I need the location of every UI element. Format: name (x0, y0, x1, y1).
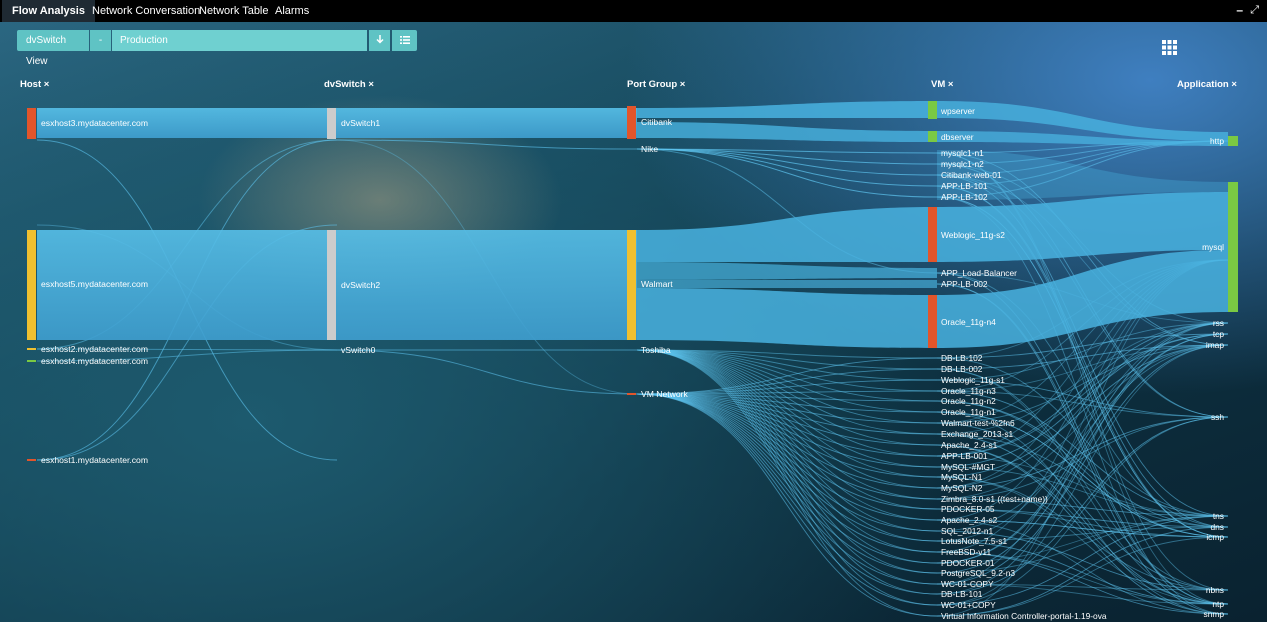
dvswitch-label-vswitch0: vSwitch0 (341, 345, 376, 355)
flow-ribbon (637, 122, 937, 142)
portgroup-label-vm-network: VM Network (641, 389, 688, 399)
dvswitch-node (327, 230, 336, 340)
application-label-tns: tns (1213, 511, 1224, 521)
flow-ribbon (637, 288, 937, 348)
flow-ribbon (937, 192, 1228, 262)
flow-ribbon (637, 101, 937, 118)
vm-label-dbserver: dbserver (941, 132, 974, 142)
host-node (27, 360, 36, 362)
vm-label-postgresql-9-2-n3: PostgreSQL_9.2-n3 (941, 568, 1015, 578)
vm-node (928, 131, 937, 142)
flow-ribbon (637, 207, 937, 262)
flow-ribbon (337, 230, 637, 340)
vm-label-pdocker-01: PDOCKER-01 (941, 558, 995, 568)
vm-label-mysqlc1-n2: mysqlc1-n2 (941, 159, 984, 169)
vm-label-freebsd-v11: FreeBSD-v11 (941, 547, 991, 557)
host-label-esxhost1-mydatacenter-com: esxhost1.mydatacenter.com (41, 455, 148, 465)
application-label-nbns: nbns (1206, 585, 1224, 595)
vm-label-walmart-test-2fn6: Walmart-test-%2fn6 (941, 418, 1015, 428)
flow-link (336, 139, 638, 150)
application-label-rss: rss (1213, 318, 1224, 328)
vm-label-mysql-mgt: MySQL-#MGT (941, 462, 995, 472)
flow-link (636, 393, 938, 553)
vm-label-wpserver: wpserver (940, 106, 975, 116)
flow-link (636, 349, 938, 574)
vm-label-weblogic-11g-s1: Weblogic_11g-s1 (941, 375, 1005, 385)
vm-label-wc-01-copy: WC-01+COPY (941, 600, 996, 610)
vm-label-app-lb-101: APP-LB-101 (941, 181, 988, 191)
host-label-esxhost4-mydatacenter-com: esxhost4.mydatacenter.com (41, 356, 148, 366)
vm-label-pdocker-05: PDOCKER-05 (941, 504, 995, 514)
application-label-ntp: ntp (1212, 599, 1224, 609)
vm-label-mysqlc1-n1: mysqlc1-n1 (941, 148, 984, 158)
host-node (27, 108, 36, 139)
flow-ribbon (937, 250, 1228, 348)
vm-label-app-lb-102: APP-LB-102 (941, 192, 988, 202)
vm-label-db-lb-101: DB-LB-101 (941, 589, 983, 599)
dvswitch-label-dvswitch1: dvSwitch1 (341, 118, 380, 128)
vm-label-mysql-n2: MySQL-N2 (941, 483, 983, 493)
vm-label-oracle-11g-n2: Oracle_11g-n2 (941, 396, 996, 406)
application-label-imap: imap (1206, 340, 1224, 350)
vm-label-zimbra-8-0-s1-test-name: Zimbra_8.0-s1 ((test+name)) (941, 494, 1048, 504)
application-node (1228, 182, 1238, 312)
vm-label-mysql-n1: MySQL-N1 (941, 472, 983, 482)
vm-label-oracle-11g-n1: Oracle_11g-n1 (941, 407, 996, 417)
application-label-tcp: tcp (1213, 329, 1225, 339)
portgroup-node (627, 106, 636, 139)
vm-label-wc-01-copy: WC-01-COPY (941, 579, 994, 589)
vm-label-citibank-web-01: Citibank-web-01 (941, 170, 1002, 180)
host-node (27, 230, 36, 340)
vm-label-weblogic-11g-s2: Weblogic_11g-s2 (941, 230, 1005, 240)
vm-label-sql-2012-n1: SQL_2012-n1 (941, 526, 993, 536)
flow-link (636, 349, 938, 585)
vm-node (928, 207, 937, 262)
vm-label-app-lb-001: APP-LB-001 (941, 451, 988, 461)
vm-label-virtual-information-controller-portal-1-19-ova: Virtual Information Controller-portal-1.… (941, 611, 1107, 621)
flow-link (636, 148, 938, 187)
vm-label-apache-2-4-s2: Apache_2.4-s2 (941, 515, 998, 525)
application-node (1228, 136, 1238, 146)
vm-label-app-lb-002: APP-LB-002 (941, 279, 988, 289)
flow-link (636, 349, 938, 468)
vm-label-exchange-2013-s1: Exchange_2013-s1 (941, 429, 1014, 439)
host-node (27, 348, 36, 350)
flow-link (636, 349, 938, 424)
application-label-http: http (1210, 136, 1224, 146)
vm-label-apache-2-4-s1: Apache_2.4-s1 (941, 440, 998, 450)
flow-link (636, 349, 938, 478)
dvswitch-label-dvswitch2: dvSwitch2 (341, 280, 380, 290)
portgroup-node (627, 230, 636, 340)
vm-label-db-lb-102: DB-LB-102 (941, 353, 983, 363)
vm-label-app-load-balancer: APP_Load-Balancer (941, 268, 1017, 278)
flow-ribbon (637, 262, 937, 280)
portgroup-label-nike: Nike (641, 144, 658, 154)
host-label-esxhost5-mydatacenter-com: esxhost5.mydatacenter.com (41, 279, 148, 289)
host-label-esxhost3-mydatacenter-com: esxhost3.mydatacenter.com (41, 118, 148, 128)
application-label-dns: dns (1210, 522, 1224, 532)
portgroup-label-citibank: Citibank (641, 117, 673, 127)
flow-ribbon (337, 108, 637, 138)
dvswitch-node (327, 108, 336, 139)
portgroup-label-toshiba: Toshiba (641, 345, 671, 355)
vm-node (928, 295, 937, 348)
flow-link (636, 393, 938, 606)
vm-label-lotusnote-7-5-s1: LotusNote_7.5-s1 (941, 536, 1007, 546)
flow-ribbon (637, 280, 937, 288)
vm-label-oracle-11g-n4: Oracle_11g-n4 (941, 317, 996, 327)
vm-label-db-lb-002: DB-LB-002 (941, 364, 983, 374)
portgroup-label-walmart: Walmart (641, 279, 673, 289)
vm-node (928, 101, 937, 119)
application-label-icmp: icmp (1206, 532, 1224, 542)
application-label-ssh: ssh (1211, 412, 1224, 422)
portgroup-node (627, 393, 636, 395)
host-label-esxhost2-mydatacenter-com: esxhost2.mydatacenter.com (41, 344, 148, 354)
flow-link (636, 349, 938, 510)
sankey-flow-diagram: esxhost3.mydatacenter.com esxhost5.mydata… (27, 101, 1238, 621)
host-node (27, 459, 36, 461)
application-label-snmp: snmp (1204, 609, 1225, 619)
vm-label-oracle-11g-n3: Oracle_11g-n3 (941, 386, 996, 396)
flow-link (336, 349, 638, 395)
application-label-mysql: mysql (1202, 242, 1224, 252)
